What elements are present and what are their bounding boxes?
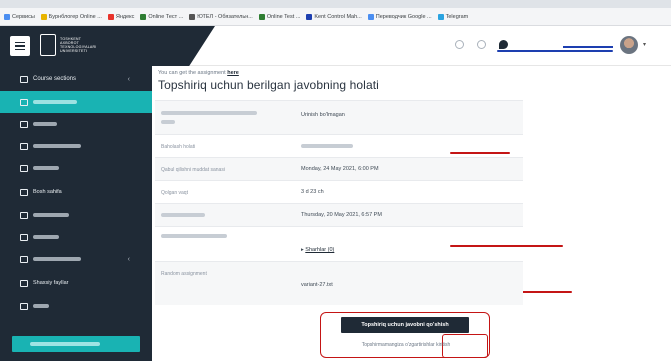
row-label: Qolgan vaqt <box>161 190 188 196</box>
chevron-left-icon[interactable]: ‹ <box>128 256 130 263</box>
grades-icon <box>20 164 28 172</box>
university-logo[interactable]: TOSHKENT AXBOROT TEXNOLOGIYALARI UNIVERS… <box>40 34 96 56</box>
bookmark-item[interactable]: Online Тест ... <box>140 13 183 20</box>
sidebar-item-active[interactable] <box>0 91 152 113</box>
bookmarks-bar: Сервисы Бурнблогер Online ... Яндекс Onl… <box>0 8 671 26</box>
menu-toggle-button[interactable] <box>10 36 30 56</box>
status-row-time-remaining: Qolgan vaqt 3 d 23 ch <box>155 180 523 203</box>
bookmark-icon <box>306 13 313 20</box>
status-row-grading: Baholash holati <box>155 134 523 157</box>
comments-toggle[interactable]: ▸ Sharhlar (0) <box>301 247 334 253</box>
username-redaction <box>563 46 613 48</box>
sidebar-item-label <box>33 166 59 170</box>
assignment-link[interactable]: here <box>227 70 239 76</box>
sidebar-bottom-button[interactable] <box>12 336 140 352</box>
file-icon <box>20 279 28 287</box>
bookmark-item[interactable]: Online Test ... <box>258 13 300 20</box>
list-icon <box>20 302 28 310</box>
top-navbar: TOSHKENT AXBOROT TEXNOLOGIYALARI UNIVERS… <box>0 26 671 66</box>
sidebar-item-label <box>33 122 57 126</box>
sidebar-item-label <box>33 213 69 217</box>
bookmark-item[interactable]: Яндекс <box>107 13 134 20</box>
sidebar: Course sections ‹ Bosh sahifa ‹ Shaxsiy … <box>0 66 152 361</box>
sidebar-item-grades[interactable] <box>0 157 152 179</box>
sidebar-bottom-label <box>30 342 100 346</box>
bookmark-item[interactable]: ЮТЕЛ - Обязательн... <box>189 13 253 20</box>
logo-emblem-icon <box>40 34 56 56</box>
book-icon <box>20 255 28 263</box>
telegram-icon <box>437 13 444 20</box>
bookmark-icon <box>40 13 47 20</box>
sidebar-item-course-sections[interactable]: Course sections ‹ <box>0 68 152 90</box>
sidebar-item-home[interactable]: Bosh sahifa <box>0 181 152 203</box>
status-row-submission: Urinish bo'lmagan <box>155 100 523 134</box>
bell-icon[interactable] <box>477 40 486 49</box>
grading-status-value <box>301 144 353 150</box>
last-modified-value: Thursday, 20 May 2021, 6:57 PM <box>301 212 382 218</box>
sidebar-item-label <box>33 257 81 261</box>
row-label <box>161 111 257 126</box>
course-icon <box>20 98 28 106</box>
row-label: Baholash holati <box>161 144 196 150</box>
bookmark-icon <box>107 13 114 20</box>
row-label <box>161 213 205 219</box>
sidebar-item-badges[interactable] <box>0 113 152 135</box>
search-icon[interactable] <box>455 40 464 49</box>
page-title: Topshiriq uchun berilgan javobning holat… <box>158 78 379 92</box>
edit-submission-link[interactable]: Topshirmamangiza o'zgartirishlar kiritis… <box>321 342 491 348</box>
sidebar-item-label <box>33 304 49 308</box>
home-icon <box>20 188 28 196</box>
chevron-left-icon[interactable]: ‹ <box>128 76 130 83</box>
sidebar-item-calendar[interactable] <box>0 226 152 248</box>
sidebar-item-label <box>33 100 77 104</box>
username-redaction <box>497 50 613 52</box>
main-content: You can get the assignment here Topshiri… <box>152 66 671 361</box>
browser-tabstrip <box>0 0 671 8</box>
bookmark-item[interactable]: Бурнблогер Online ... <box>40 13 102 20</box>
apps-icon <box>4 13 10 20</box>
calendar-icon <box>20 233 28 241</box>
assignment-hint: You can get the assignment here <box>158 70 239 76</box>
bookmark-item[interactable]: Сервисы <box>4 13 35 20</box>
logo-text: TOSHKENT AXBOROT TEXNOLOGIYALARI UNIVERS… <box>60 36 97 54</box>
status-row-due-date: Qabul qilishni muddat sanasi Monday, 24 … <box>155 157 523 180</box>
annotation-box-actions: Topshiriq uchun javobni qo'shish Topshir… <box>320 312 490 358</box>
status-row-comments: ▸ Sharhlar (0) <box>155 226 523 261</box>
dashboard-icon <box>20 211 28 219</box>
sidebar-item-competencies[interactable] <box>0 135 152 157</box>
sidebar-item-dashboard[interactable] <box>0 204 152 226</box>
chat-icon[interactable] <box>499 40 508 49</box>
competency-icon <box>20 142 28 150</box>
bookmark-icon <box>367 13 374 20</box>
bookmark-icon <box>140 13 147 20</box>
bookmark-item[interactable]: Telegram <box>437 13 468 20</box>
due-date-value: Monday, 24 May 2021, 6:00 PM <box>301 166 379 172</box>
add-submission-button[interactable]: Topshiriq uchun javobni qo'shish <box>341 317 469 333</box>
submission-status-value: Urinish bo'lmagan <box>301 112 345 118</box>
avatar[interactable] <box>620 36 638 54</box>
row-label: Qabul qilishni muddat sanasi <box>161 167 225 173</box>
bookmark-icon <box>258 13 265 20</box>
sidebar-item-learning-materials[interactable]: ‹ <box>0 248 152 270</box>
sidebar-item-other[interactable] <box>0 295 152 317</box>
sidebar-item-label <box>33 235 59 239</box>
bookmark-item[interactable]: Переводчик Google ... <box>367 13 432 20</box>
status-row-random-assignment: Random assignment variant-27.txt <box>155 261 523 305</box>
status-row-last-modified: Thursday, 20 May 2021, 6:57 PM <box>155 203 523 226</box>
time-remaining-value: 3 d 23 ch <box>301 189 324 195</box>
row-label <box>161 234 227 240</box>
assignment-file-link[interactable]: variant-27.txt <box>301 282 333 288</box>
sidebar-item-private-files[interactable]: Shaxsiy fayllar <box>0 272 152 294</box>
folder-icon <box>20 75 28 83</box>
badge-icon <box>20 120 28 128</box>
chevron-down-icon[interactable]: ▾ <box>643 41 646 48</box>
bookmark-icon <box>189 13 196 20</box>
sidebar-item-label <box>33 144 81 148</box>
row-label: Random assignment <box>161 271 207 277</box>
bookmark-item[interactable]: Kent Control Mah... <box>306 13 362 20</box>
navbar-brand-area <box>0 26 215 66</box>
